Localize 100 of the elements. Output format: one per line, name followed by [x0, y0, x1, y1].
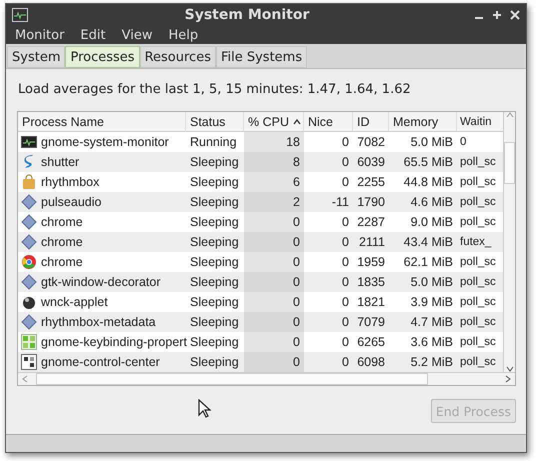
table-cell: 0 [342, 215, 349, 229]
control-center-icon [21, 354, 37, 370]
window-title: System Monitor [184, 7, 310, 23]
scrollbar-thumb[interactable] [504, 142, 515, 184]
menu-item[interactable]: Edit [79, 28, 107, 42]
column-header[interactable]: Nice [304, 112, 353, 132]
table-cell: 6098 [357, 355, 385, 369]
table-cell: gnome-keybinding-propert [41, 335, 187, 349]
column-header[interactable]: ID [353, 112, 389, 132]
table-cell: Sleeping [190, 175, 239, 189]
scroll-right-icon[interactable] [505, 375, 511, 383]
table-cell: poll_sc [460, 256, 496, 268]
table-cell: chrome [41, 255, 83, 269]
table-cell: 7082 [357, 135, 385, 149]
menu-item[interactable]: Help [167, 28, 200, 42]
table-cell: Sleeping [190, 255, 239, 269]
table-cell: 0 [342, 255, 349, 269]
table-cell: 0 [293, 295, 300, 309]
monitor-icon [21, 134, 37, 150]
table-cell: 1835 [357, 275, 385, 289]
table-cell: poll_sc [460, 336, 496, 348]
tab[interactable]: System [7, 46, 66, 68]
table-cell: Sleeping [190, 275, 239, 289]
column-header[interactable]: Status [186, 112, 244, 132]
menu-item[interactable]: Monitor [14, 28, 66, 42]
table-cell: 0 [342, 355, 349, 369]
table-cell: 2287 [357, 215, 385, 229]
scroll-left-icon[interactable] [22, 375, 28, 383]
diamond-icon [21, 214, 37, 230]
sort-ascending-icon [292, 118, 301, 124]
close-icon[interactable] [510, 10, 520, 20]
table-cell: 3.9 MiB [410, 295, 453, 309]
table-cell: 0 [342, 155, 349, 169]
keyboard-icon [21, 334, 37, 350]
table-cell: 65.5 MiB [404, 155, 453, 169]
table-cell: 0 [293, 255, 300, 269]
tab[interactable]: Resources [140, 46, 216, 68]
table-cell: Sleeping [190, 215, 239, 229]
table-cell: 0 [342, 335, 349, 349]
table-cell: Sleeping [190, 155, 239, 169]
table-cell: shutter [41, 155, 80, 169]
table-cell: rhythmbox-metadata [41, 315, 156, 329]
bag-icon [21, 174, 37, 190]
table-cell: 0 [293, 235, 300, 249]
table-cell: Sleeping [190, 295, 239, 309]
diamond-icon [21, 194, 37, 210]
table-cell: gtk-window-decorator [41, 275, 160, 289]
column-header[interactable]: Waitin [457, 112, 503, 132]
table-cell: 4.7 MiB [410, 315, 453, 329]
table-cell: 0 [342, 275, 349, 289]
table-cell: 0 [342, 235, 349, 249]
diamond-icon [21, 274, 37, 290]
table-cell: 0 [342, 135, 349, 149]
tab[interactable]: File Systems [216, 46, 308, 68]
column-header[interactable]: Memory [389, 112, 457, 132]
table-cell: chrome [41, 215, 83, 229]
table-cell: 0 [293, 275, 300, 289]
scroll-down-icon[interactable] [506, 366, 514, 372]
table-cell: poll_sc [460, 316, 496, 328]
table-cell: 7079 [357, 315, 385, 329]
table-cell: 5.0 MiB [410, 135, 453, 149]
scroll-up-icon[interactable] [506, 112, 514, 118]
table-cell: 5.0 MiB [410, 275, 453, 289]
table-cell: Sleeping [190, 195, 239, 209]
table-cell: 8 [293, 155, 300, 169]
table-cell: 0 [293, 315, 300, 329]
table-cell: 6039 [357, 155, 385, 169]
vertical-scrollbar[interactable] [503, 112, 515, 372]
table-cell: 5.2 MiB [410, 355, 453, 369]
table-cell: poll_sc [460, 196, 496, 208]
table-cell: 0 [342, 295, 349, 309]
diamond-icon [21, 234, 37, 250]
table-cell: Sleeping [190, 315, 239, 329]
table-cell: 0 [293, 215, 300, 229]
table-cell: Running [190, 135, 237, 149]
table-cell: 1821 [357, 295, 385, 309]
tab[interactable]: Processes [65, 46, 140, 68]
table-cell: 0 [342, 315, 349, 329]
table-cell: Sleeping [190, 235, 239, 249]
table-cell: 4.6 MiB [410, 195, 453, 209]
table-cell: 0 [293, 335, 300, 349]
menu-item[interactable]: View [120, 28, 154, 42]
horizontal-scrollbar[interactable] [18, 372, 515, 385]
table-cell: poll_sc [460, 216, 496, 228]
table-cell: futex_ [460, 236, 492, 248]
table-cell: 1790 [357, 195, 385, 209]
column-header[interactable]: % CPU [244, 112, 304, 132]
load-averages-text: Load averages for the last 1, 5, 15 minutes: 1.47, 1.64, 1.62 [18, 82, 412, 99]
table-cell: 0 [342, 175, 349, 189]
table-cell: 6265 [357, 335, 385, 349]
table-cell: poll_sc [460, 156, 496, 168]
column-header[interactable]: Process Name [18, 112, 186, 132]
table-cell: gnome-control-center [41, 355, 160, 369]
mouse-cursor-icon [198, 399, 211, 418]
maximize-icon[interactable] [492, 10, 502, 20]
table-cell: 62.1 MiB [404, 255, 453, 269]
table-cell: 2111 [359, 235, 385, 249]
table-cell: 9.0 MiB [410, 215, 453, 229]
table-cell: gnome-system-monitor [41, 135, 169, 149]
scrollbar-thumb[interactable] [36, 373, 428, 385]
